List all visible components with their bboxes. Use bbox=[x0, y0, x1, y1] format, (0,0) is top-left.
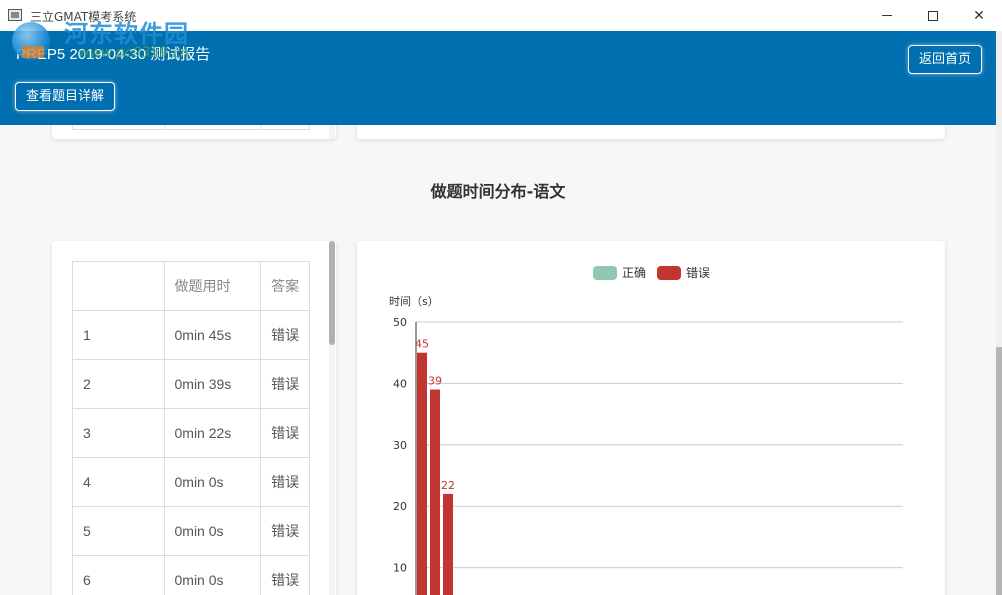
row-answer: 错误 bbox=[260, 408, 310, 458]
row-time: 0min 22s bbox=[163, 408, 262, 458]
y-tick-label: 20 bbox=[393, 500, 407, 513]
row-answer: 错误 bbox=[260, 555, 310, 595]
header-index bbox=[72, 261, 165, 311]
row-answer: 错误 bbox=[260, 310, 310, 360]
maximize-icon bbox=[928, 10, 938, 21]
row-index: 5 bbox=[72, 506, 165, 556]
y-tick-label: 50 bbox=[393, 316, 407, 329]
close-icon: ✕ bbox=[973, 7, 985, 24]
table-row: 2 0min 39s 错误 bbox=[72, 359, 310, 409]
table-row: 5 0min 0s 错误 bbox=[72, 506, 310, 556]
minimize-button[interactable] bbox=[864, 0, 910, 31]
legend-label: 正确 bbox=[622, 266, 646, 280]
legend-label: 错误 bbox=[686, 266, 710, 280]
row-time: 0min 0s bbox=[163, 457, 262, 507]
table-scrollbar[interactable] bbox=[329, 241, 335, 595]
view-details-button[interactable]: 查看题目详解 bbox=[15, 82, 116, 111]
row-index: 3 bbox=[72, 408, 165, 458]
y-axis-label: 时间（s） bbox=[389, 295, 439, 308]
bar-value-label: 22 bbox=[441, 479, 455, 492]
table-row: 3 0min 22s 错误 bbox=[72, 408, 310, 458]
row-index: 6 bbox=[72, 555, 165, 595]
chart-bar bbox=[430, 389, 440, 595]
row-index: 2 bbox=[72, 359, 165, 409]
app-icon bbox=[8, 9, 22, 21]
legend-swatch bbox=[593, 266, 617, 280]
chart-bar bbox=[443, 493, 453, 595]
time-distribution-chart: 10 20 30 40 50 时间（s） 正确 错误 45 39 22 bbox=[389, 266, 903, 595]
time-chart-card: 10 20 30 40 50 时间（s） 正确 错误 45 39 22 bbox=[357, 241, 945, 595]
row-answer: 错误 bbox=[260, 506, 310, 556]
title-bar: 三立GMAT模考系统 ✕ bbox=[0, 0, 1002, 31]
minimize-icon bbox=[882, 15, 892, 16]
y-tick-label: 10 bbox=[393, 562, 407, 575]
row-time: 0min 0s bbox=[163, 555, 262, 595]
row-index: 4 bbox=[72, 457, 165, 507]
app-window: 三立GMAT模考系统 ✕ 河东软件园 www.pc0359.cn 8 0min … bbox=[0, 0, 1002, 595]
row-time: 0min 39s bbox=[163, 359, 262, 409]
y-tick-label: 40 bbox=[393, 377, 407, 390]
y-tick-label: 30 bbox=[393, 439, 407, 452]
maximize-button[interactable] bbox=[910, 0, 956, 31]
home-button[interactable]: 返回首页 bbox=[908, 45, 983, 74]
header: PREP5 2019-04-30 测试报告 返回首页 查看题目详解 bbox=[0, 31, 996, 125]
time-table-card: 做题用时 答案 1 0min 45s 错误 2 0min 39s 错误 3 0m… bbox=[52, 241, 336, 595]
app-title: 三立GMAT模考系统 bbox=[30, 10, 137, 24]
row-answer: 错误 bbox=[260, 359, 310, 409]
row-time: 0min 45s bbox=[163, 310, 262, 360]
legend-swatch bbox=[657, 266, 681, 280]
section-title: 做题时间分布-语文 bbox=[430, 182, 566, 201]
bar-value-label: 39 bbox=[428, 375, 442, 388]
row-index: 1 bbox=[72, 310, 165, 360]
table-row: 1 0min 45s 错误 bbox=[72, 310, 310, 360]
table-header-row: 做题用时 答案 bbox=[72, 261, 310, 311]
report-title: PREP5 2019-04-30 测试报告 bbox=[16, 46, 211, 63]
bar-value-label: 45 bbox=[415, 338, 429, 351]
header-time: 做题用时 bbox=[163, 261, 262, 311]
table-row: 6 0min 0s 错误 bbox=[72, 555, 310, 595]
window-scrollbar-thumb[interactable] bbox=[996, 347, 1002, 595]
time-table: 做题用时 答案 1 0min 45s 错误 2 0min 39s 错误 3 0m… bbox=[72, 261, 310, 595]
table-scrollbar-thumb[interactable] bbox=[329, 241, 335, 345]
row-answer: 错误 bbox=[260, 457, 310, 507]
chart-bar bbox=[417, 352, 427, 595]
row-time: 0min 0s bbox=[163, 506, 262, 556]
close-button[interactable]: ✕ bbox=[956, 0, 1002, 31]
window-scrollbar[interactable] bbox=[996, 31, 1002, 595]
header-answer: 答案 bbox=[260, 261, 310, 311]
time-table-clip: 做题用时 答案 1 0min 45s 错误 2 0min 39s 错误 3 0m… bbox=[72, 261, 310, 595]
table-row: 4 0min 0s 错误 bbox=[72, 457, 310, 507]
